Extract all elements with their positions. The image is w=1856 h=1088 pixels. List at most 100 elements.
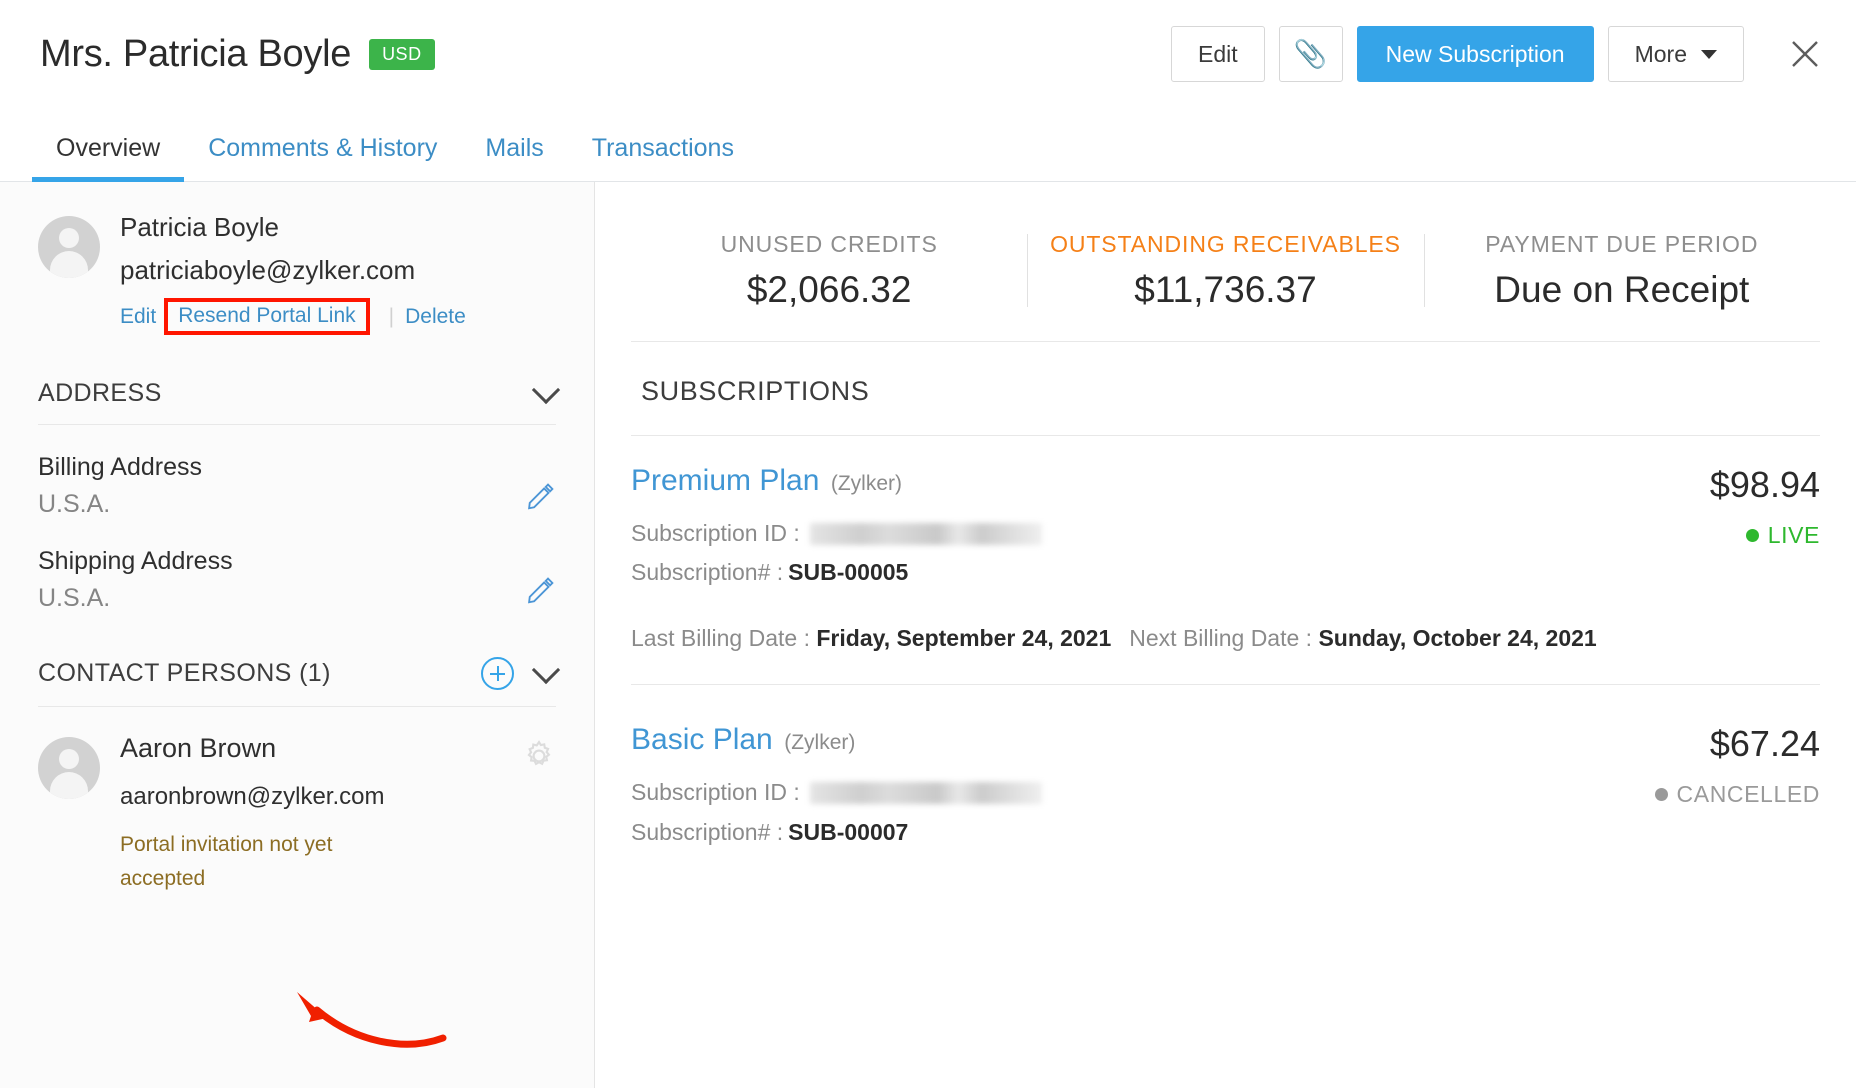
subscriptions-section-title: SUBSCRIPTIONS — [631, 342, 1820, 436]
tab-comments-history[interactable]: Comments & History — [184, 134, 461, 181]
contact-person-name: Aaron Brown — [120, 733, 420, 764]
status-badge: LIVE — [1570, 522, 1820, 549]
customer-actions: Edit Resend Portal Link | Delete — [120, 298, 466, 335]
tab-mails[interactable]: Mails — [461, 134, 567, 181]
subscription-row: Premium Plan (Zylker) Subscription ID : … — [631, 436, 1820, 696]
status-label: LIVE — [1768, 522, 1820, 549]
edit-button[interactable]: Edit — [1171, 26, 1265, 82]
title-group: Mrs. Patricia Boyle USD — [40, 33, 435, 76]
last-billing-date-value: Friday, September 24, 2021 — [816, 625, 1111, 651]
portal-invitation-status: Portal invitation not yet accepted — [120, 828, 420, 897]
subscription-row: Basic Plan (Zylker) Subscription ID : Su… — [631, 695, 1820, 862]
chevron-down-icon[interactable] — [532, 375, 560, 403]
billing-address-label: Billing Address — [38, 453, 526, 482]
close-icon — [1788, 37, 1822, 71]
subscription-id-label: Subscription ID : — [631, 773, 800, 813]
attachment-button[interactable]: 📎 — [1279, 26, 1343, 82]
page-title: Mrs. Patricia Boyle — [40, 33, 351, 76]
tab-transactions[interactable]: Transactions — [568, 134, 758, 181]
stat-value: Due on Receipt — [1442, 269, 1802, 311]
action-separator: | — [389, 305, 394, 329]
gear-icon — [522, 739, 556, 773]
header-actions: Edit 📎 New Subscription More — [1171, 26, 1828, 82]
plan-org: (Zylker) — [784, 731, 855, 754]
page-body: Patricia Boyle patriciaboyle@zylker.com … — [0, 182, 1856, 1088]
stat-unused-credits: UNUSED CREDITS $2,066.32 — [631, 230, 1027, 311]
shipping-address-text: Shipping Address U.S.A. — [38, 547, 526, 613]
next-billing-date-label: Next Billing Date : — [1129, 625, 1312, 651]
billing-address-value: U.S.A. — [38, 490, 526, 519]
customer-sidebar: Patricia Boyle patriciaboyle@zylker.com … — [0, 182, 595, 1088]
chevron-down-icon[interactable] — [532, 655, 560, 683]
subscription-header: Premium Plan (Zylker) Subscription ID : … — [631, 464, 1820, 593]
more-button[interactable]: More — [1608, 26, 1744, 82]
close-button[interactable] — [1782, 31, 1828, 77]
plan-name-link[interactable]: Premium Plan — [631, 464, 819, 497]
resend-portal-link[interactable]: Resend Portal Link — [178, 304, 355, 327]
resend-portal-link-highlight: Resend Portal Link — [164, 298, 369, 335]
contact-person-item: Aaron Brown aaronbrown@zylker.com Portal… — [38, 733, 556, 897]
contact-persons-section-header: CONTACT PERSONS (1) — [38, 657, 556, 707]
currency-badge: USD — [369, 39, 435, 70]
subscription-id-value-redacted — [810, 523, 1042, 545]
billing-dates: Last Billing Date : Friday, September 24… — [631, 619, 1681, 659]
page-header: Mrs. Patricia Boyle USD Edit 📎 New Subsc… — [0, 0, 1856, 108]
subscription-number-label: Subscription# : — [631, 553, 783, 593]
subscription-id-row: Subscription ID : — [631, 514, 1570, 554]
add-contact-person-button[interactable] — [481, 657, 514, 690]
customer-email: patriciaboyle@zylker.com — [120, 255, 466, 286]
customer-delete-link[interactable]: Delete — [405, 305, 466, 329]
plan-line: Basic Plan (Zylker) — [631, 723, 1570, 757]
plan-org: (Zylker) — [831, 472, 902, 495]
subscription-number-row: Subscription# : SUB-00007 — [631, 813, 1570, 853]
subscription-number-row: Subscription# : SUB-00005 — [631, 553, 1570, 593]
billing-address-text: Billing Address U.S.A. — [38, 453, 526, 519]
stat-label: PAYMENT DUE PERIOD — [1442, 230, 1802, 259]
tab-overview[interactable]: Overview — [32, 134, 184, 181]
subscription-number-label: Subscription# : — [631, 813, 783, 853]
more-button-label: More — [1635, 41, 1687, 68]
subscription-amount: $67.24 — [1570, 723, 1820, 765]
new-subscription-button[interactable]: New Subscription — [1357, 26, 1594, 82]
stat-payment-due-period: PAYMENT DUE PERIOD Due on Receipt — [1424, 230, 1820, 311]
annotation-arrow — [255, 972, 455, 1067]
avatar — [38, 216, 100, 278]
avatar — [38, 737, 100, 799]
status-dot-icon — [1746, 529, 1759, 542]
address-section-title: ADDRESS — [38, 379, 162, 408]
contact-persons-section-actions — [481, 657, 556, 690]
contact-persons-section-title: CONTACT PERSONS (1) — [38, 659, 331, 688]
subscription-id-value-redacted — [810, 782, 1042, 804]
edit-shipping-address-button[interactable] — [526, 575, 556, 610]
pencil-icon — [526, 575, 556, 605]
status-dot-icon — [1655, 788, 1668, 801]
billing-address-row: Billing Address U.S.A. — [38, 453, 556, 519]
stat-value: $11,736.37 — [1045, 269, 1405, 311]
subscription-amount: $98.94 — [1570, 464, 1820, 506]
subscription-details: Premium Plan (Zylker) Subscription ID : … — [631, 464, 1570, 593]
contact-person-settings-button[interactable] — [522, 739, 556, 778]
paperclip-icon: 📎 — [1294, 41, 1328, 68]
customer-edit-link[interactable]: Edit — [120, 305, 156, 329]
plan-name-link[interactable]: Basic Plan — [631, 723, 773, 756]
pencil-icon — [526, 481, 556, 511]
shipping-address-value: U.S.A. — [38, 584, 526, 613]
customer-detail-page: Mrs. Patricia Boyle USD Edit 📎 New Subsc… — [0, 0, 1856, 1088]
subscription-details: Basic Plan (Zylker) Subscription ID : Su… — [631, 723, 1570, 852]
customer-name: Patricia Boyle — [120, 212, 466, 243]
subscription-id-label: Subscription ID : — [631, 514, 800, 554]
subscription-summary: $67.24 CANCELLED — [1570, 723, 1820, 808]
address-section-header: ADDRESS — [38, 379, 556, 425]
address-section-actions — [536, 388, 556, 400]
stats-strip: UNUSED CREDITS $2,066.32 OUTSTANDING REC… — [631, 212, 1820, 342]
subscription-number-value: SUB-00005 — [788, 553, 908, 593]
edit-billing-address-button[interactable] — [526, 481, 556, 516]
stat-outstanding-receivables: OUTSTANDING RECEIVABLES $11,736.37 — [1027, 230, 1423, 311]
contact-person-info: Aaron Brown aaronbrown@zylker.com Portal… — [120, 733, 420, 897]
customer-summary: Patricia Boyle patriciaboyle@zylker.com … — [38, 212, 556, 335]
stat-value: $2,066.32 — [649, 269, 1009, 311]
contact-person-email: aaronbrown@zylker.com — [120, 777, 420, 818]
last-billing-date-label: Last Billing Date : — [631, 625, 810, 651]
overview-main-panel: UNUSED CREDITS $2,066.32 OUTSTANDING REC… — [595, 182, 1856, 1088]
next-billing-date-value: Sunday, October 24, 2021 — [1318, 625, 1596, 651]
